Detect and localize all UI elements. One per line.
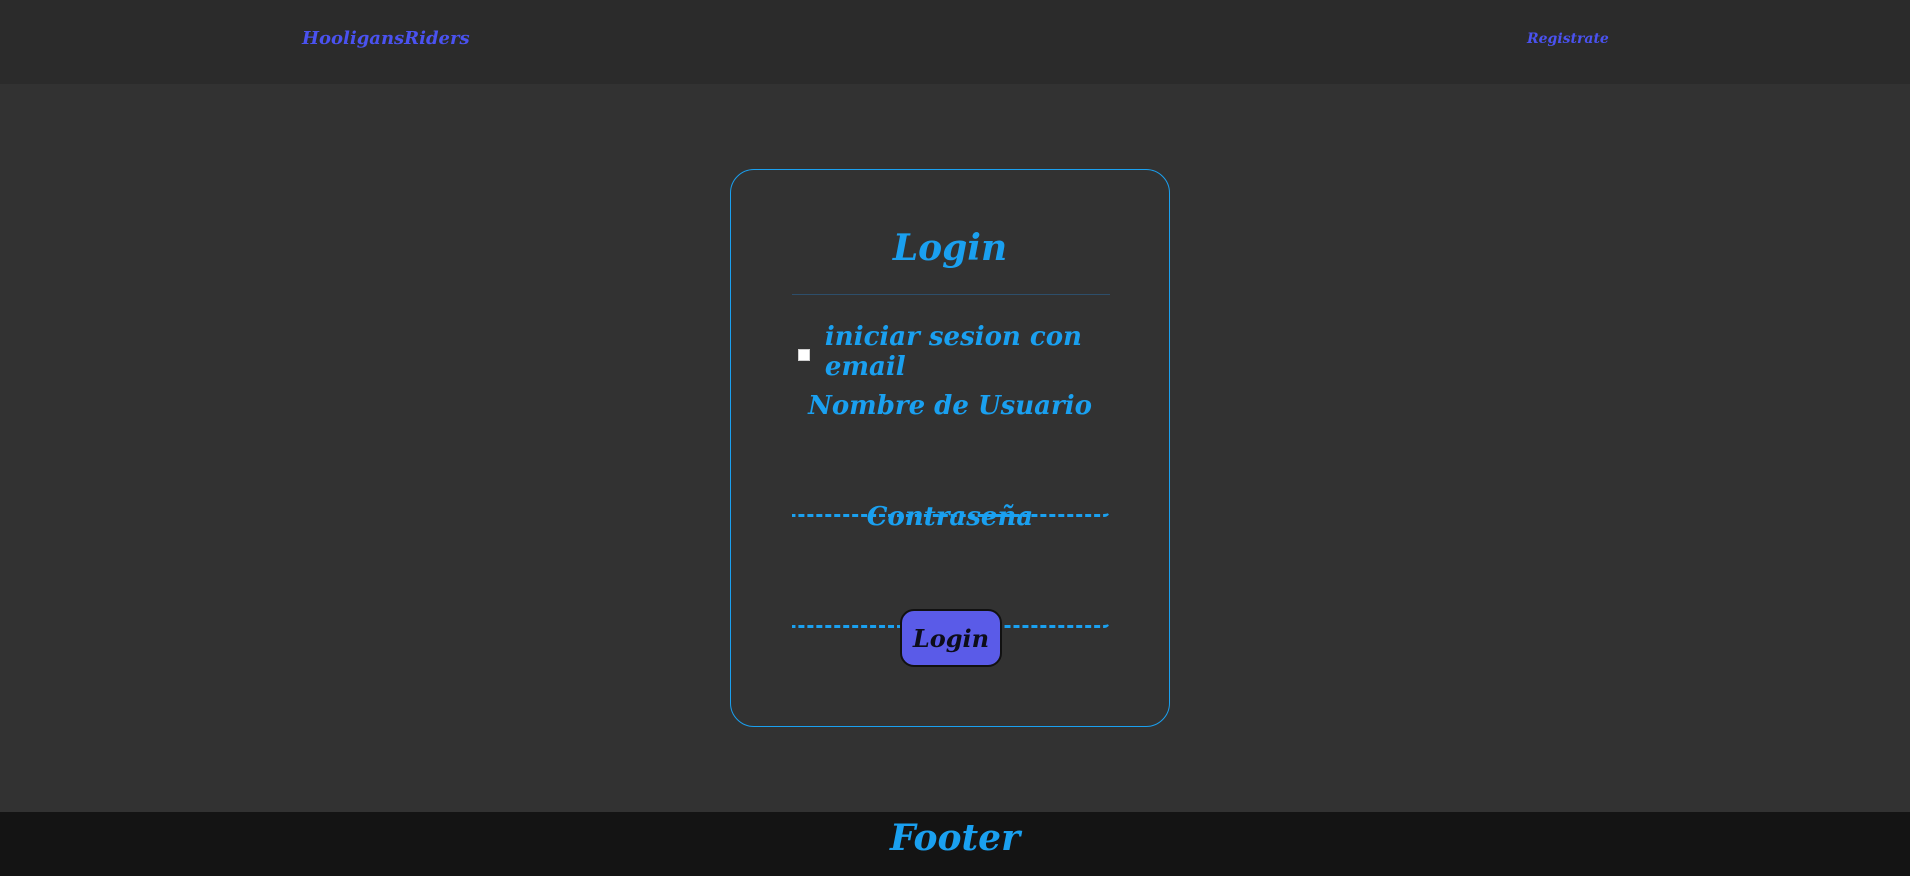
email-login-label: iniciar sesion con email [824, 322, 1082, 382]
password-label: Contraseña [866, 502, 1034, 532]
brand-link[interactable]: HooligansRiders [302, 28, 470, 49]
username-label: Nombre de Usuario [808, 391, 1092, 421]
login-form: Login iniciar sesion con email Nombre de… [730, 169, 1170, 727]
register-link[interactable]: Registrate [1527, 31, 1609, 47]
footer: Footer [0, 812, 1910, 876]
login-button[interactable]: Login [900, 609, 1002, 667]
login-title: Login [892, 227, 1008, 269]
navbar: HooligansRiders Registrate [0, 0, 1910, 84]
footer-title: Footer [889, 817, 1021, 859]
title-divider [792, 294, 1110, 295]
email-login-checkbox[interactable] [798, 349, 810, 361]
email-login-toggle[interactable]: iniciar sesion con email [798, 322, 1169, 382]
